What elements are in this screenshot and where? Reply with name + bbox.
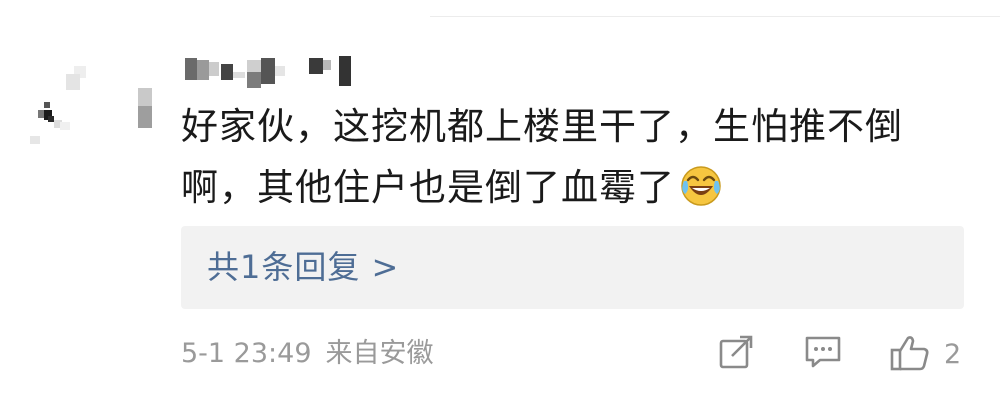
- location: 来自安徽: [325, 338, 434, 369]
- view-replies-link[interactable]: 共1条回复 >: [207, 245, 399, 289]
- replies-box[interactable]: 共1条回复 >: [181, 226, 964, 309]
- timestamp: 5-1 23:49: [181, 338, 312, 369]
- comment-icon[interactable]: [804, 334, 842, 370]
- avatar[interactable]: [30, 66, 160, 166]
- username[interactable]: [185, 46, 365, 90]
- share-icon[interactable]: [718, 334, 754, 370]
- comment-text: 好家伙，这挖机都上楼里干了，生怕推不倒啊，其他住户也是倒了血霉了: [181, 96, 951, 218]
- top-divider: [430, 16, 1000, 17]
- laugh-cry-emoji-icon: [679, 164, 723, 208]
- like-count: 2: [944, 339, 962, 370]
- comment-body: 好家伙，这挖机都上楼里干了，生怕推不倒啊，其他住户也是倒了血霉了: [181, 105, 903, 209]
- thumbs-up-icon[interactable]: [890, 334, 930, 372]
- comment-meta: 5-1 23:49 来自安徽: [181, 336, 434, 372]
